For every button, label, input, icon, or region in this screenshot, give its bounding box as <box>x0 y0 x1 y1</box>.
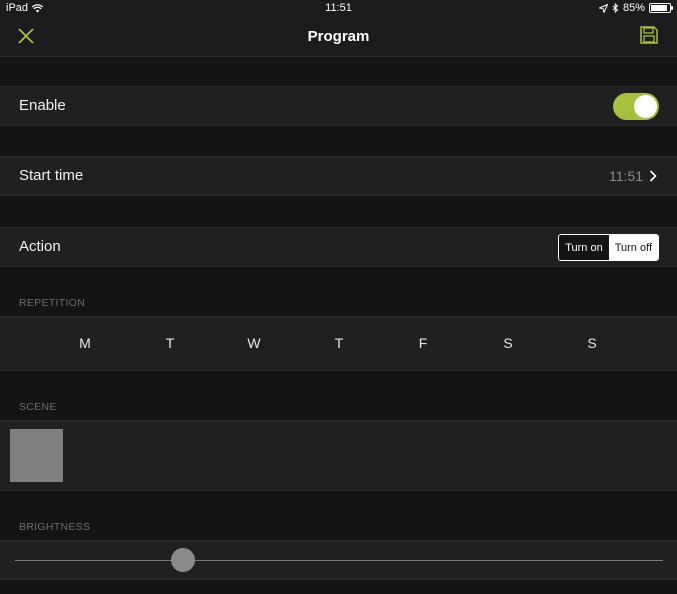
repetition-header: REPETITION <box>19 297 86 309</box>
status-right: 85% <box>598 2 673 14</box>
scene-thumbnail[interactable] <box>10 429 63 482</box>
page-title: Program <box>307 28 370 45</box>
nav-bar: Program <box>0 17 677 57</box>
action-segmented-control: Turn on Turn off <box>558 234 659 261</box>
status-bar: iPad 11:51 85% <box>0 0 677 17</box>
brightness-row <box>0 540 677 580</box>
day-tuesday[interactable]: T <box>160 335 180 351</box>
turn-on-option[interactable]: Turn on <box>559 235 609 260</box>
status-time: 11:51 <box>325 2 352 14</box>
day-saturday[interactable]: S <box>498 335 518 351</box>
day-sunday[interactable]: S <box>582 335 602 351</box>
scene-header: SCENE <box>19 401 57 413</box>
start-time-value-group: 11:51 <box>609 168 657 184</box>
start-time-value: 11:51 <box>609 168 643 184</box>
enable-label: Enable <box>19 97 66 114</box>
day-friday[interactable]: F <box>413 335 433 351</box>
action-label: Action <box>19 238 61 255</box>
day-monday[interactable]: M <box>75 335 95 351</box>
action-row: Action Turn on Turn off <box>0 227 677 267</box>
scene-row <box>0 420 677 491</box>
battery-icon <box>649 3 673 13</box>
turn-off-option[interactable]: Turn off <box>608 235 658 260</box>
battery-percent: 85% <box>622 2 645 14</box>
day-thursday[interactable]: T <box>329 335 349 351</box>
toggle-knob <box>634 95 657 118</box>
brightness-slider-track[interactable] <box>15 560 663 561</box>
start-time-row[interactable]: Start time 11:51 <box>0 156 677 196</box>
start-time-label: Start time <box>19 167 84 184</box>
save-icon[interactable] <box>639 25 659 45</box>
brightness-slider-thumb[interactable] <box>171 548 196 572</box>
bluetooth-icon <box>612 3 619 13</box>
enable-row: Enable <box>0 86 677 126</box>
day-wednesday[interactable]: W <box>244 335 264 351</box>
chevron-right-icon <box>649 170 657 182</box>
enable-toggle[interactable] <box>613 93 659 120</box>
location-arrow-icon <box>598 3 608 13</box>
repetition-days: M T W T F S S <box>0 316 677 371</box>
brightness-header: BRIGHTNESS <box>19 521 91 533</box>
